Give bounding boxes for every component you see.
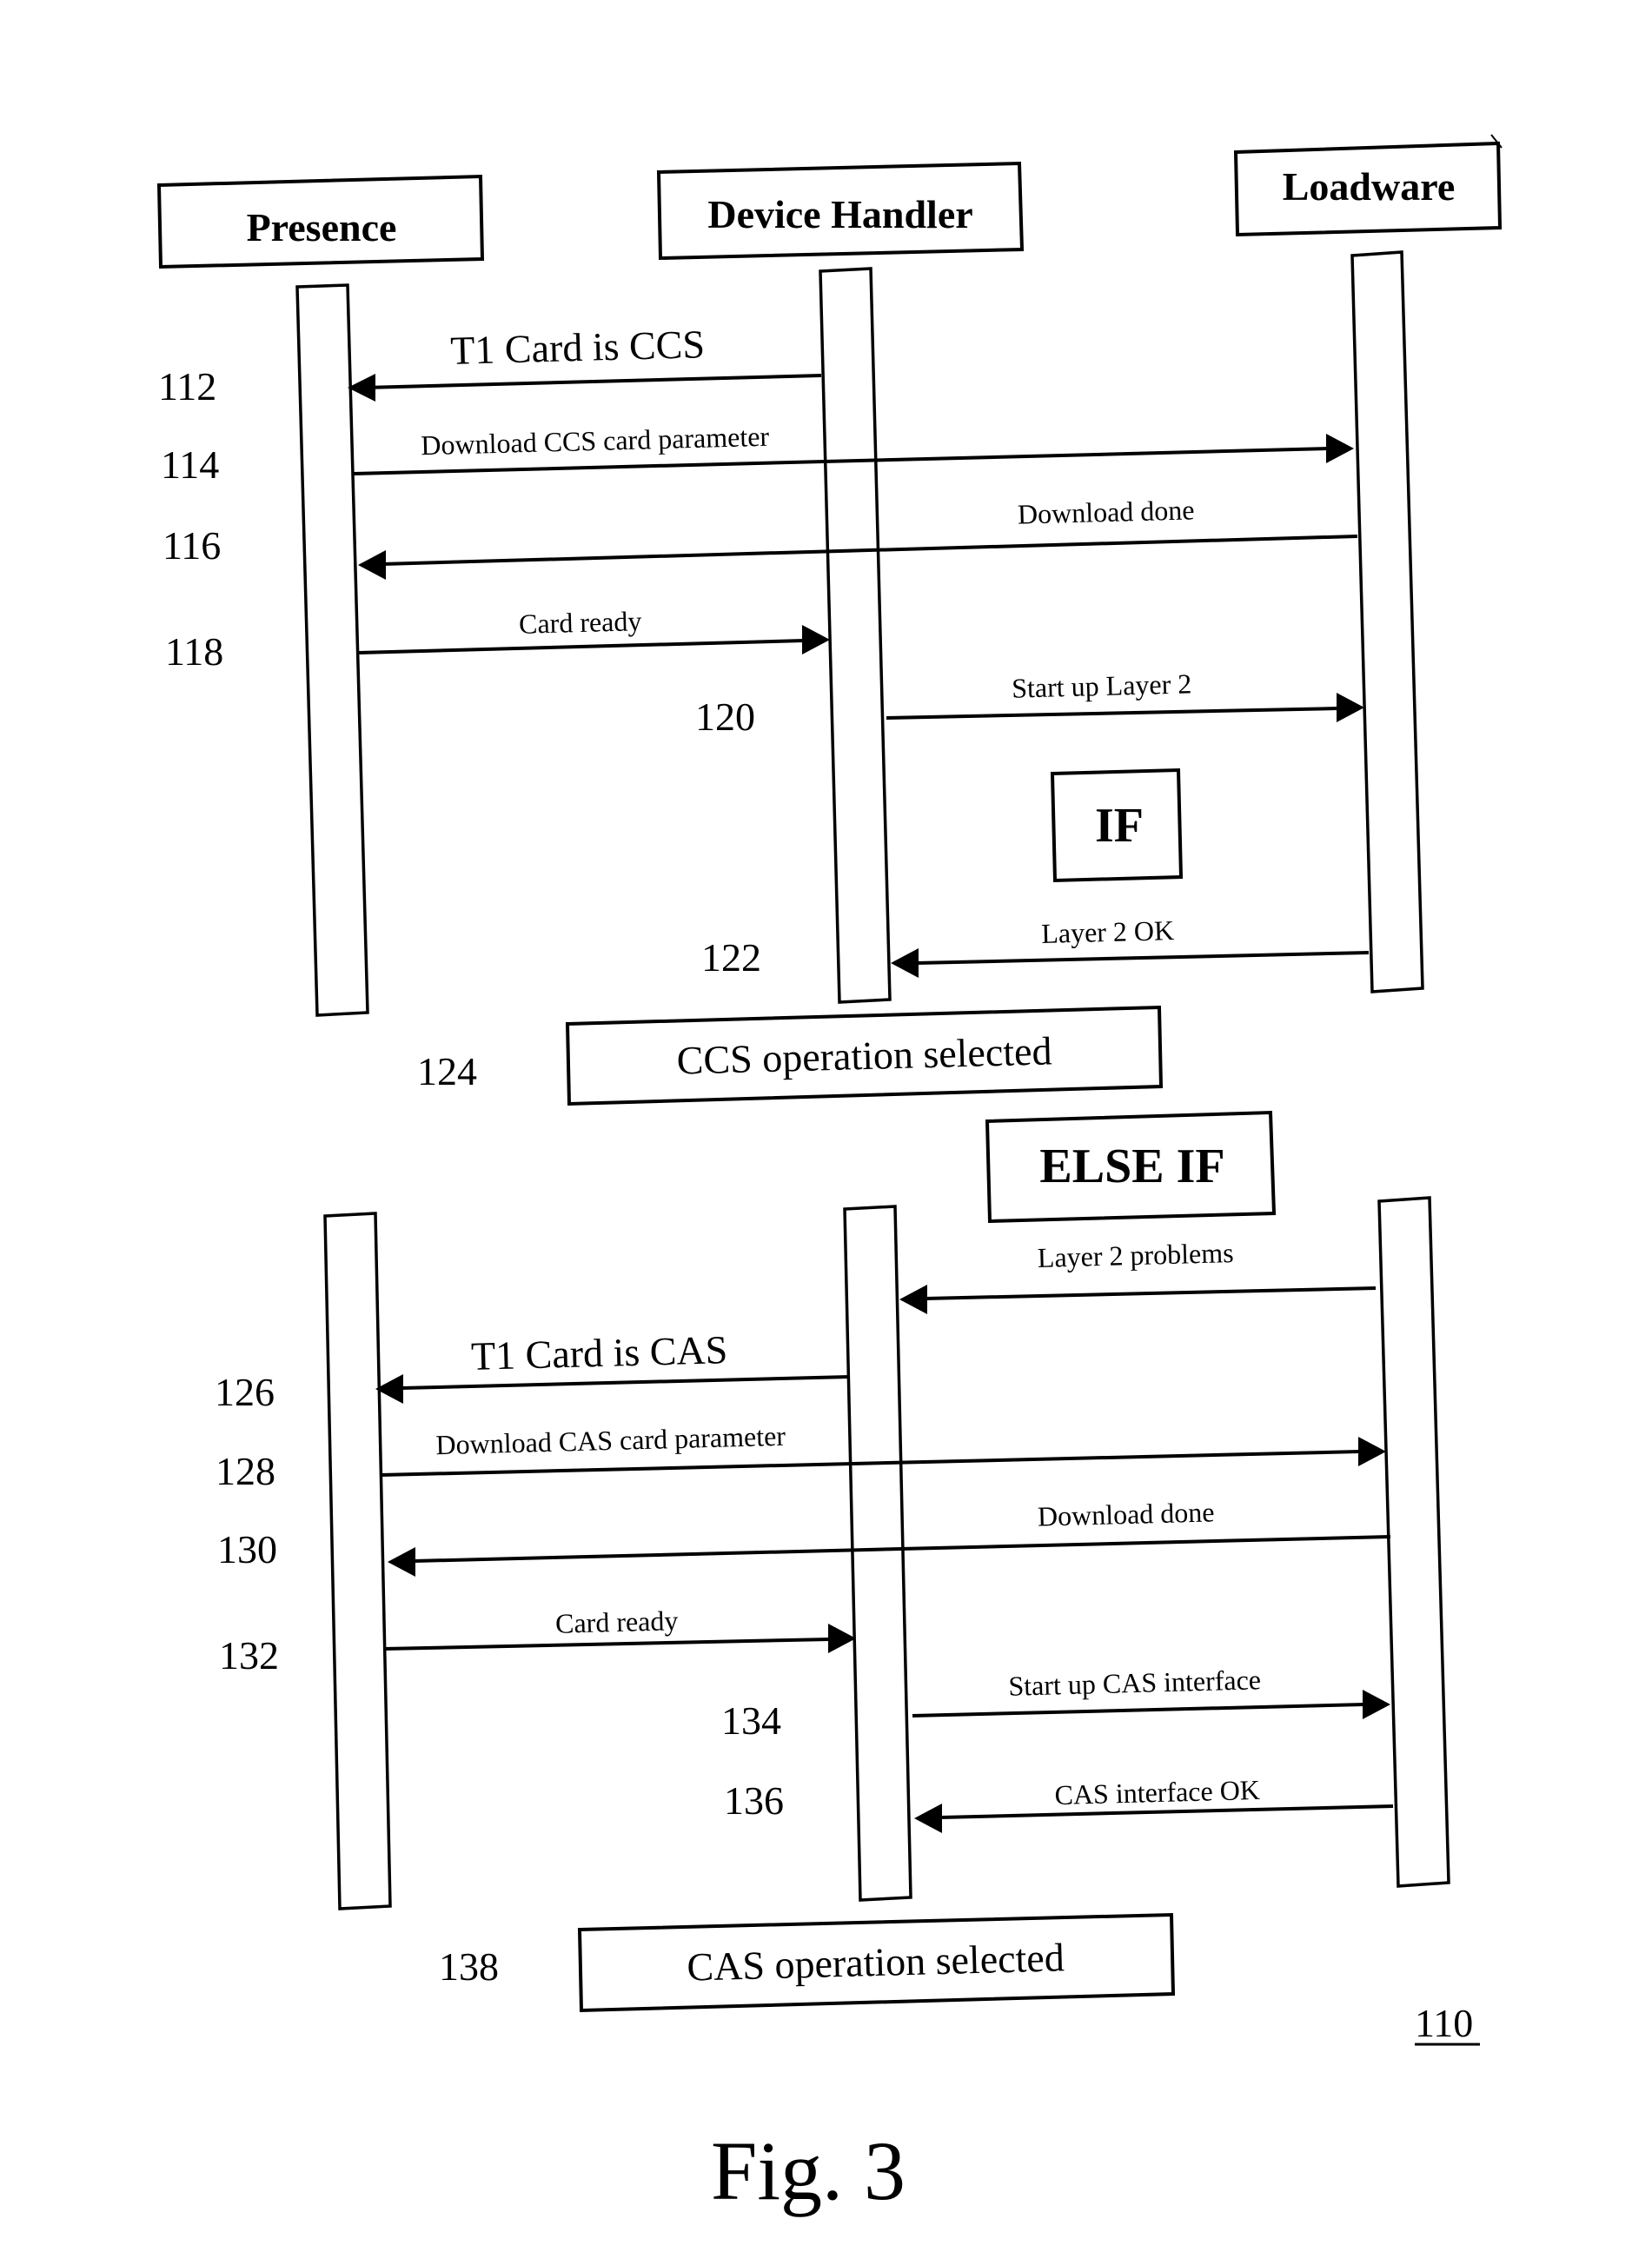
message-label: Download done xyxy=(1038,1496,1215,1531)
result-ccs: CCS operation selected 124 xyxy=(417,1005,1164,1106)
arrowhead-right xyxy=(1363,1690,1390,1719)
result-cas: CAS operation selected 138 xyxy=(439,1912,1176,2013)
arrowhead-right xyxy=(1326,434,1354,463)
message-112: T1 Card is CCS 112 xyxy=(158,322,822,409)
arrowhead-left xyxy=(914,1804,942,1833)
actor-loadware: Loadware xyxy=(1233,134,1503,237)
message-label: Start up CAS interface xyxy=(1008,1664,1261,1702)
lifeline-presence-top xyxy=(295,283,369,1017)
figure-caption: Fig. 3 xyxy=(711,2124,906,2217)
actor-label-loadware: Loadware xyxy=(1283,164,1456,209)
step-number: 122 xyxy=(701,935,761,980)
message-132: Card ready 132 xyxy=(219,1605,856,1678)
message-label: Download done xyxy=(1018,494,1195,529)
if-condition: IF xyxy=(1050,767,1184,883)
actor-device-handler: Device Handler xyxy=(656,161,1025,261)
if-label: IF xyxy=(1095,799,1144,853)
arrowhead-left xyxy=(358,550,386,580)
step-number: 138 xyxy=(439,1944,499,1989)
lifeline-device-handler-top xyxy=(819,267,892,1004)
sequence-diagram: Presence Device Handler Loadware T1 Card… xyxy=(156,134,1503,2217)
message-label: Download CAS card parameter xyxy=(435,1420,786,1461)
message-label: T1 Card is CAS xyxy=(470,1327,727,1379)
arrowhead-right xyxy=(828,1624,856,1653)
step-number: 114 xyxy=(161,442,219,487)
step-number: 134 xyxy=(721,1698,781,1743)
step-number: 126 xyxy=(215,1370,275,1414)
step-number: 136 xyxy=(724,1778,784,1823)
else-if-label: ELSE IF xyxy=(1039,1139,1224,1193)
message-120: Start up Layer 2 120 xyxy=(695,668,1364,739)
step-number: 128 xyxy=(216,1449,275,1493)
arrowhead-right xyxy=(802,625,830,654)
message-122: Layer 2 OK 122 xyxy=(701,914,1370,980)
message-136: CAS interface OK 136 xyxy=(724,1774,1394,1833)
message-128: Download CAS card parameter 128 xyxy=(216,1420,1386,1493)
step-number: 132 xyxy=(219,1633,279,1678)
message-layer2-problems: Layer 2 problems xyxy=(899,1237,1377,1314)
message-label: T1 Card is CCS xyxy=(450,322,706,373)
lifeline-presence-bottom xyxy=(323,1212,392,1910)
lifeline-loadware-top xyxy=(1350,250,1424,993)
message-label: Card ready xyxy=(555,1605,679,1639)
message-label: Layer 2 OK xyxy=(1041,914,1175,949)
step-number: 130 xyxy=(217,1527,277,1571)
lifeline-loadware-bottom xyxy=(1377,1196,1450,1888)
message-label: Layer 2 problems xyxy=(1037,1237,1234,1273)
message-126: T1 Card is CAS 126 xyxy=(215,1327,851,1414)
figure-reference: 110 xyxy=(1415,2001,1480,2046)
message-label: CAS interface OK xyxy=(1054,1774,1260,1811)
message-118: Card ready 118 xyxy=(165,605,830,674)
message-134: Start up CAS interface 134 xyxy=(721,1664,1390,1743)
arrowhead-right xyxy=(1337,693,1364,722)
else-if-condition: ELSE IF xyxy=(985,1110,1277,1224)
lifeline-device-handler-bottom xyxy=(843,1205,912,1902)
actor-label-presence: Presence xyxy=(247,205,397,249)
step-number: 116 xyxy=(163,523,221,568)
message-label: Download CCS card parameter xyxy=(421,421,770,461)
figure-reference-number: 110 xyxy=(1415,2001,1473,2045)
step-number: 120 xyxy=(695,694,755,739)
step-number: 124 xyxy=(417,1049,477,1093)
actor-presence: Presence xyxy=(156,174,485,269)
arrowhead-right xyxy=(1358,1437,1386,1466)
step-number: 112 xyxy=(158,364,216,409)
arrowhead-left xyxy=(388,1547,415,1577)
message-130: Download done 130 xyxy=(217,1496,1391,1577)
arrowhead-left xyxy=(891,948,919,978)
message-label: Start up Layer 2 xyxy=(1012,668,1192,703)
arrowhead-left xyxy=(899,1285,927,1314)
step-number: 118 xyxy=(165,629,223,674)
message-label: Card ready xyxy=(519,605,642,640)
actor-label-device-handler: Device Handler xyxy=(707,192,972,236)
